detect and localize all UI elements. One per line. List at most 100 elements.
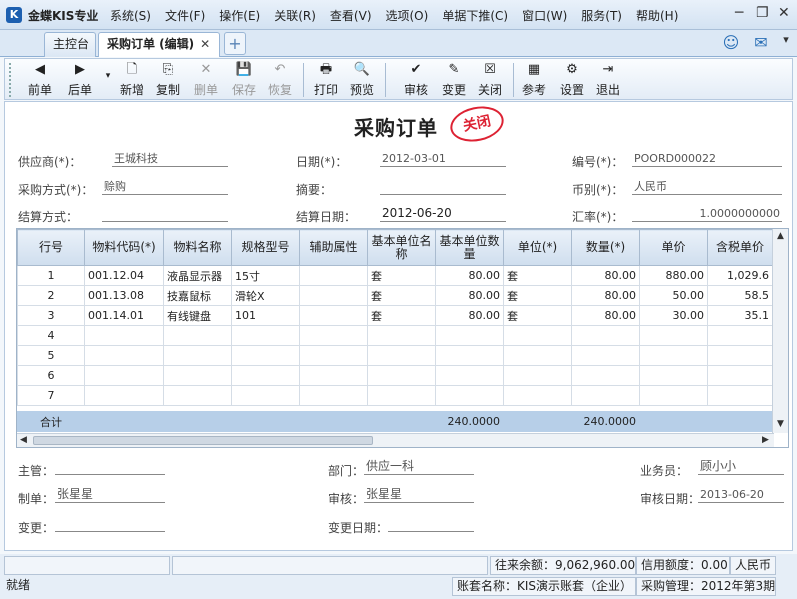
preview-button[interactable]: 🔍 预览 xyxy=(343,61,381,98)
grid-cell[interactable] xyxy=(435,325,504,346)
grid-cell[interactable] xyxy=(435,385,504,406)
grid-cell[interactable] xyxy=(299,285,368,306)
print-button[interactable]: 🖶 打印 xyxy=(307,61,345,98)
message-icon[interactable]: ✉ xyxy=(750,33,772,53)
col-header-price[interactable]: 单价 xyxy=(639,229,708,266)
grid-cell[interactable] xyxy=(163,385,232,406)
grid-cell[interactable] xyxy=(299,325,368,346)
col-header-base-qty[interactable]: 基本单位数量 xyxy=(435,229,504,266)
grid-cell[interactable] xyxy=(707,345,773,366)
col-header-unit[interactable]: 单位(*) xyxy=(503,229,572,266)
supplier-field[interactable]: 王城科技 xyxy=(112,151,228,167)
grid-cell[interactable] xyxy=(639,365,708,386)
grid-cell[interactable] xyxy=(503,385,572,406)
grid-cell[interactable] xyxy=(299,305,368,326)
col-header-item-name[interactable]: 物料名称 xyxy=(163,229,232,266)
col-header-aux[interactable]: 辅助属性 xyxy=(299,229,368,266)
grid-cell[interactable] xyxy=(84,325,164,346)
grid-cell[interactable]: 30.00 xyxy=(639,305,708,326)
summary-field[interactable] xyxy=(380,179,506,195)
grid-cell[interactable]: 2 xyxy=(17,285,85,306)
vertical-scrollbar[interactable]: ▲ ▼ xyxy=(772,229,788,433)
table-row[interactable]: 4 xyxy=(17,325,773,346)
grid-cell[interactable]: 套 xyxy=(503,305,572,326)
grid-cell[interactable]: 001.12.04 xyxy=(84,265,164,286)
restore-doc-button[interactable]: ↶ 恢复 xyxy=(261,61,299,98)
tab-purchase-order[interactable]: 采购订单 (编辑) ✕ xyxy=(98,32,220,57)
copy-button[interactable]: ⎘ 复制 xyxy=(149,61,187,98)
grid-cell[interactable] xyxy=(367,325,436,346)
grid-cell[interactable]: 套 xyxy=(503,285,572,306)
grid-cell[interactable]: 80.00 xyxy=(435,265,504,286)
grid-cell[interactable] xyxy=(231,385,300,406)
purchase-method-field[interactable]: 赊购 xyxy=(102,179,228,195)
grid-cell[interactable] xyxy=(299,265,368,286)
grid-cell[interactable]: 80.00 xyxy=(571,285,640,306)
grid-cell[interactable]: 5 xyxy=(17,345,85,366)
col-header-tax-price[interactable]: 含税单价 xyxy=(707,229,773,266)
change-field[interactable] xyxy=(55,516,165,532)
grid-cell[interactable] xyxy=(299,345,368,366)
grid-cell[interactable] xyxy=(707,385,773,406)
grid-cell[interactable] xyxy=(571,325,640,346)
grid-cell[interactable]: 3 xyxy=(17,305,85,326)
menu-push-down[interactable]: 单据下推(C) xyxy=(442,7,508,24)
close-doc-button[interactable]: ☒ 关闭 xyxy=(471,61,509,98)
close-tab-icon[interactable]: ✕ xyxy=(200,37,210,51)
menu-operate[interactable]: 操作(E) xyxy=(219,7,260,24)
grid-cell[interactable] xyxy=(571,365,640,386)
date-field[interactable]: 2012-03-01 xyxy=(380,151,506,167)
delete-button[interactable]: ✕ 删单 xyxy=(187,61,225,98)
grid-cell[interactable]: 技嘉鼠标 xyxy=(163,285,232,306)
grid-cell[interactable]: 套 xyxy=(367,265,436,286)
grid-cell[interactable]: 35.1 xyxy=(707,305,773,326)
dept-field[interactable]: 供应一科 xyxy=(364,459,474,475)
clerk-field[interactable]: 顾小小 xyxy=(698,459,784,475)
next-doc-button[interactable]: ▶ 后单 xyxy=(61,61,99,98)
menu-system[interactable]: 系统(S) xyxy=(110,7,151,24)
grid-cell[interactable] xyxy=(503,365,572,386)
grid-cell[interactable]: 15寸 xyxy=(231,265,300,286)
grid-cell[interactable]: 80.00 xyxy=(571,265,640,286)
grid-cell[interactable]: 58.5 xyxy=(707,285,773,306)
grid-cell[interactable] xyxy=(231,345,300,366)
grid-cell[interactable]: 套 xyxy=(503,265,572,286)
restore-button[interactable]: ❐ xyxy=(756,5,769,21)
table-row[interactable]: 5 xyxy=(17,345,773,366)
maker-field[interactable]: 张星星 xyxy=(55,487,165,503)
grid-cell[interactable] xyxy=(163,325,232,346)
grid-cell[interactable] xyxy=(639,345,708,366)
scroll-down-icon[interactable]: ▼ xyxy=(777,419,784,429)
grid-cell[interactable] xyxy=(639,325,708,346)
grid-cell[interactable]: 4 xyxy=(17,325,85,346)
scroll-thumb[interactable] xyxy=(33,436,373,445)
grid-cell[interactable] xyxy=(231,365,300,386)
grid-cell[interactable]: 50.00 xyxy=(639,285,708,306)
grid-cell[interactable]: 80.00 xyxy=(435,285,504,306)
grid-cell[interactable] xyxy=(435,365,504,386)
grid-cell[interactable] xyxy=(571,385,640,406)
grid-cell[interactable] xyxy=(367,345,436,366)
table-row[interactable]: 7 xyxy=(17,385,773,406)
grid-cell[interactable] xyxy=(367,365,436,386)
grid-cell[interactable]: 80.00 xyxy=(571,305,640,326)
audit-button[interactable]: ✔ 审核 xyxy=(397,61,435,98)
grid-cell[interactable]: 101 xyxy=(231,305,300,326)
menu-view[interactable]: 查看(V) xyxy=(330,7,372,24)
minimize-button[interactable]: ─ xyxy=(735,5,743,21)
settings-button[interactable]: ⚙ 设置 xyxy=(553,61,591,98)
number-field[interactable]: POORD000022 xyxy=(632,151,782,167)
table-row[interactable]: 2 001.13.08 技嘉鼠标 滑轮X 套 80.00 套 80.00 50.00 58.5 xyxy=(17,285,773,306)
table-row[interactable]: 6 xyxy=(17,365,773,386)
exit-button[interactable]: ⇥ 退出 xyxy=(589,61,627,98)
grid-cell[interactable]: 7 xyxy=(17,385,85,406)
grid-cell[interactable]: 880.00 xyxy=(639,265,708,286)
grid-cell[interactable] xyxy=(571,345,640,366)
grid-cell[interactable] xyxy=(435,345,504,366)
grid-cell[interactable] xyxy=(84,365,164,386)
menu-options[interactable]: 选项(O) xyxy=(386,7,429,24)
grid-cell[interactable] xyxy=(84,345,164,366)
grid-cell[interactable] xyxy=(503,325,572,346)
scroll-right-icon[interactable]: ▶ xyxy=(762,435,769,445)
grid-cell[interactable] xyxy=(84,385,164,406)
